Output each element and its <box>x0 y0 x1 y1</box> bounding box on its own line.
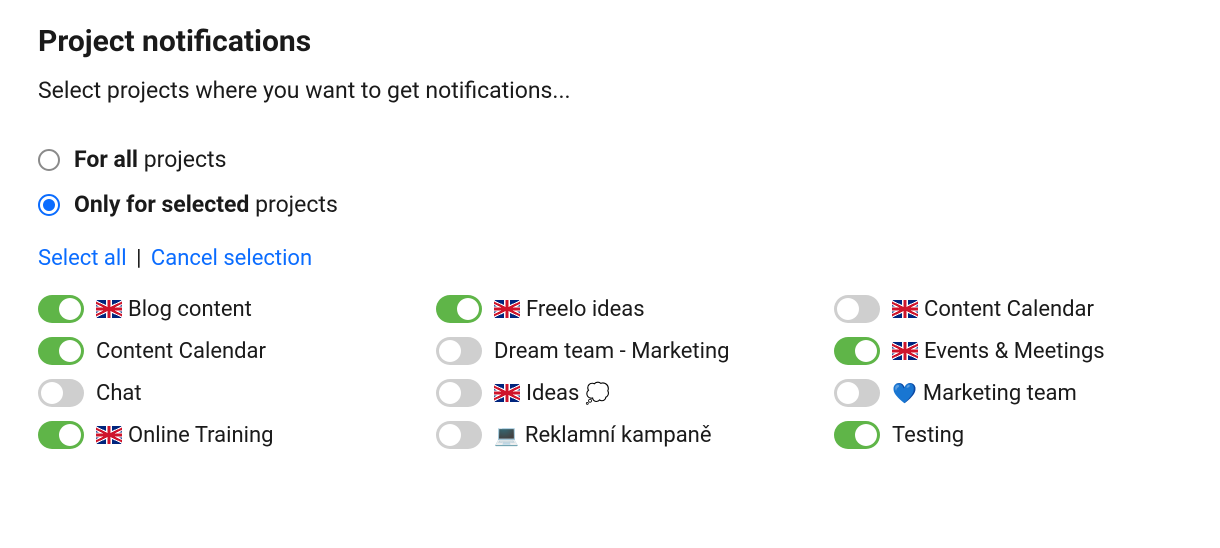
project-label: Content Calendar <box>96 339 266 364</box>
project-item: Content Calendar <box>38 337 436 365</box>
projects-grid: Blog content Freelo ideas Content Calendar… <box>38 295 1182 449</box>
project-item: Blog content <box>38 295 436 323</box>
project-item: Content Calendar <box>834 295 1194 323</box>
project-item: Events & Meetings <box>834 337 1194 365</box>
select-all-link[interactable]: Select all <box>38 246 127 271</box>
project-name: Ideas <box>526 381 579 406</box>
flag-uk-icon <box>494 384 520 402</box>
project-toggle[interactable] <box>436 295 482 323</box>
project-toggle[interactable] <box>834 337 880 365</box>
heart-icon: 💙 <box>892 383 917 403</box>
project-item: Ideas 💭 <box>436 379 834 407</box>
cancel-selection-link[interactable]: Cancel selection <box>151 246 312 271</box>
project-label: Ideas 💭 <box>494 381 610 406</box>
project-label: 💙 Marketing team <box>892 381 1077 406</box>
project-label: Chat <box>96 381 142 406</box>
radio-label: Only for selected projects <box>74 191 338 218</box>
flag-uk-icon <box>494 300 520 318</box>
project-name: Content Calendar <box>924 297 1094 322</box>
project-name: Online Training <box>128 423 274 448</box>
project-item: Chat <box>38 379 436 407</box>
project-item: Testing <box>834 421 1194 449</box>
project-name: Reklamní kampaně <box>525 423 712 448</box>
page-title: Project notifications <box>38 24 1182 59</box>
project-name: Chat <box>96 381 142 406</box>
scope-radio-group: For all projects Only for selected proje… <box>38 146 1182 218</box>
project-label: Freelo ideas <box>494 297 645 322</box>
project-item: Online Training <box>38 421 436 449</box>
project-label: Blog content <box>96 297 252 322</box>
project-label: 💻 Reklamní kampaně <box>494 423 712 448</box>
project-toggle[interactable] <box>38 337 84 365</box>
project-toggle[interactable] <box>834 421 880 449</box>
project-name: Events & Meetings <box>924 339 1105 364</box>
flag-uk-icon <box>892 300 918 318</box>
project-toggle[interactable] <box>38 295 84 323</box>
project-name: Content Calendar <box>96 339 266 364</box>
page-subtitle: Select projects where you want to get no… <box>38 77 1182 104</box>
project-toggle[interactable] <box>38 421 84 449</box>
flag-uk-icon <box>96 426 122 444</box>
radio-only-selected[interactable]: Only for selected projects <box>38 191 1182 218</box>
radio-label-bold: For all <box>74 146 138 173</box>
radio-for-all[interactable]: For all projects <box>38 146 1182 173</box>
project-toggle[interactable] <box>436 421 482 449</box>
separator: | <box>132 246 145 271</box>
project-name: Freelo ideas <box>526 297 645 322</box>
project-toggle[interactable] <box>436 379 482 407</box>
project-label: Testing <box>892 423 964 448</box>
radio-icon <box>38 194 60 216</box>
project-toggle[interactable] <box>834 295 880 323</box>
project-toggle[interactable] <box>834 379 880 407</box>
action-line: Select all | Cancel selection <box>38 246 1182 271</box>
project-item: Dream team - Marketing <box>436 337 834 365</box>
laptop-icon: 💻 <box>494 425 519 445</box>
radio-label-rest: projects <box>138 146 226 173</box>
project-name: Dream team - Marketing <box>494 339 729 364</box>
project-toggle[interactable] <box>436 337 482 365</box>
project-item: 💙 Marketing team <box>834 379 1194 407</box>
project-toggle[interactable] <box>38 379 84 407</box>
flag-uk-icon <box>892 342 918 360</box>
project-item: Freelo ideas <box>436 295 834 323</box>
flag-uk-icon <box>96 300 122 318</box>
thought-bubble-icon: 💭 <box>585 383 610 403</box>
project-label: Online Training <box>96 423 274 448</box>
radio-icon <box>38 149 60 171</box>
project-label: Content Calendar <box>892 297 1094 322</box>
project-name: Marketing team <box>923 381 1077 406</box>
project-label: Events & Meetings <box>892 339 1105 364</box>
radio-label: For all projects <box>74 146 226 173</box>
radio-label-bold: Only for selected <box>74 191 249 218</box>
project-name: Blog content <box>128 297 252 322</box>
project-item: 💻 Reklamní kampaně <box>436 421 834 449</box>
project-label: Dream team - Marketing <box>494 339 729 364</box>
project-name: Testing <box>892 423 964 448</box>
radio-label-rest: projects <box>249 191 337 218</box>
